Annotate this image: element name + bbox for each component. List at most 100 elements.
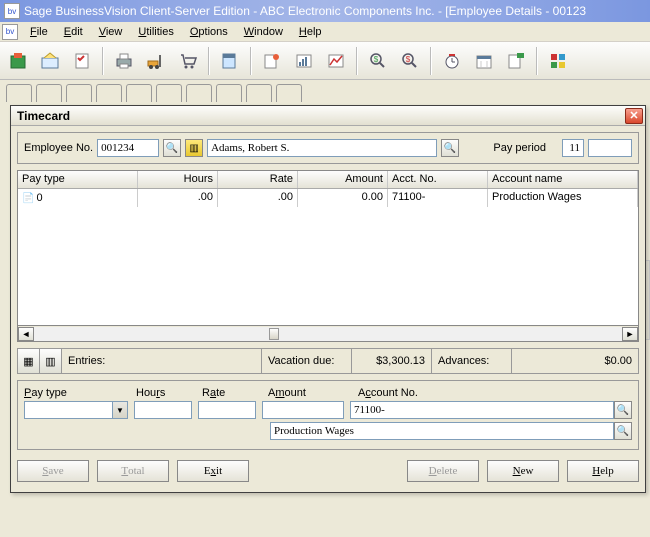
help-button[interactable]: Help — [567, 460, 639, 482]
menu-options[interactable]: Options — [182, 24, 236, 40]
toolbar-btn-15[interactable] — [502, 47, 530, 75]
toolbar-btn-1[interactable] — [4, 47, 32, 75]
toolbar-cart-icon[interactable] — [174, 47, 202, 75]
toolbar-btn-8[interactable] — [258, 47, 286, 75]
amount-input[interactable] — [262, 401, 344, 419]
grid-header: Pay type Hours Rate Amount Acct. No. Acc… — [18, 171, 638, 189]
expand-icon[interactable]: ▥ — [40, 349, 62, 373]
col-hours[interactable]: Hours — [138, 171, 218, 188]
scroll-track[interactable] — [34, 327, 622, 341]
bg-tab[interactable] — [246, 84, 272, 102]
cell-acct: 71100- — [388, 189, 488, 207]
toolbar-btn-2[interactable] — [36, 47, 64, 75]
acctname-input[interactable] — [270, 422, 614, 440]
acctno-input[interactable] — [350, 401, 614, 419]
toolbar-money-search-icon[interactable]: $ — [364, 47, 392, 75]
app-icon: bv — [4, 3, 20, 19]
toolbar-btn-7[interactable] — [216, 47, 244, 75]
toolbar-btn-9[interactable] — [290, 47, 318, 75]
pay-period-extra-input[interactable] — [588, 139, 632, 157]
menu-utilities[interactable]: Utilities — [130, 24, 181, 40]
search-icon[interactable]: 🔍 — [614, 401, 632, 419]
menu-file[interactable]: File — [22, 24, 56, 40]
button-row: Save Total Exit Delete New Help — [17, 456, 639, 486]
rate-input[interactable] — [198, 401, 256, 419]
table-row[interactable]: 📄 0 .00 .00 0.00 71100- Production Wages — [18, 189, 638, 207]
toolbar-clock-icon[interactable] — [438, 47, 466, 75]
bg-tab[interactable] — [96, 84, 122, 102]
summary-panel: ▦ ▥ Entries: Vacation due: $3,300.13 Adv… — [17, 348, 639, 374]
bg-tab[interactable] — [276, 84, 302, 102]
new-button[interactable]: New — [487, 460, 559, 482]
scroll-right-icon[interactable]: ► — [622, 327, 638, 341]
chevron-down-icon[interactable]: ▼ — [112, 401, 128, 419]
menu-bar: bv File Edit View Utilities Options Wind… — [0, 22, 650, 42]
menu-view[interactable]: View — [91, 24, 131, 40]
parent-tab-strip — [0, 80, 650, 102]
pay-period-input[interactable] — [562, 139, 584, 157]
pay-period-label: Pay period — [493, 142, 546, 154]
entry-head-acctno: Account No. — [358, 387, 418, 399]
toolbar-btn-3[interactable] — [68, 47, 96, 75]
cell-rate: .00 — [218, 189, 298, 207]
advances-value: $0.00 — [512, 349, 638, 373]
col-acctname[interactable]: Account name — [488, 171, 638, 188]
col-rate[interactable]: Rate — [218, 171, 298, 188]
entry-head-rate: Rate — [202, 387, 225, 399]
bg-tab[interactable] — [126, 84, 152, 102]
toolbar-chart-icon[interactable] — [322, 47, 350, 75]
bg-tab[interactable] — [66, 84, 92, 102]
paytype-input[interactable] — [24, 401, 112, 419]
search-icon[interactable]: 🔍 — [163, 139, 181, 157]
delete-button[interactable]: Delete — [407, 460, 479, 482]
dialog-titlebar: Timecard ✕ — [11, 106, 645, 126]
svg-text:$: $ — [406, 55, 411, 64]
grid-hscroll[interactable]: ◄ ► — [17, 326, 639, 342]
browse-icon[interactable]: ▥ — [185, 139, 203, 157]
toolbar-forklift-icon[interactable] — [142, 47, 170, 75]
save-button[interactable]: Save — [17, 460, 89, 482]
entries-label: Entries: — [62, 349, 262, 373]
paytype-combo[interactable]: ▼ — [24, 401, 128, 419]
timecard-grid: Pay type Hours Rate Amount Acct. No. Acc… — [17, 170, 639, 326]
vacation-value: $3,300.13 — [352, 349, 432, 373]
title-bar: bv Sage BusinessVision Client-Server Edi… — [0, 0, 650, 22]
title-text: Sage BusinessVision Client-Server Editio… — [24, 4, 586, 18]
grid-body[interactable]: 📄 0 .00 .00 0.00 71100- Production Wages — [18, 189, 638, 325]
collapse-icon[interactable]: ▦ — [18, 349, 40, 373]
menu-window[interactable]: Window — [236, 24, 291, 40]
exit-button[interactable]: Exit — [177, 460, 249, 482]
bg-tab[interactable] — [36, 84, 62, 102]
toolbar-palette-icon[interactable] — [544, 47, 572, 75]
close-icon[interactable]: ✕ — [625, 108, 643, 124]
total-button[interactable]: Total — [97, 460, 169, 482]
entry-panel: Pay type Hours Rate Amount Account No. ▼ — [17, 380, 639, 450]
advances-label: Advances: — [432, 349, 512, 373]
col-paytype[interactable]: Pay type — [18, 171, 138, 188]
col-amount[interactable]: Amount — [298, 171, 388, 188]
bg-tab[interactable] — [216, 84, 242, 102]
row-icon: 📄 — [22, 193, 34, 204]
timecard-dialog: Timecard ✕ Employee No. 🔍 ▥ 🔍 Pay period — [10, 105, 646, 493]
scroll-left-icon[interactable]: ◄ — [18, 327, 34, 341]
menu-help[interactable]: Help — [291, 24, 330, 40]
menu-edit[interactable]: Edit — [56, 24, 91, 40]
control-icon[interactable]: bv — [2, 24, 18, 40]
toolbar-money-search-icon-2[interactable]: $ — [396, 47, 424, 75]
bg-tab[interactable] — [156, 84, 182, 102]
col-acct[interactable]: Acct. No. — [388, 171, 488, 188]
toolbar-calendar-icon[interactable] — [470, 47, 498, 75]
search-icon[interactable]: 🔍 — [614, 422, 632, 440]
employee-no-label: Employee No. — [24, 142, 93, 154]
toolbar-print-icon[interactable] — [110, 47, 138, 75]
employee-no-input[interactable] — [97, 139, 159, 157]
cell-hours: .00 — [138, 189, 218, 207]
scroll-thumb[interactable] — [269, 328, 279, 340]
bg-tab[interactable] — [186, 84, 212, 102]
employee-name-input[interactable] — [207, 139, 437, 157]
hours-input[interactable] — [134, 401, 192, 419]
search-icon[interactable]: 🔍 — [441, 139, 459, 157]
bg-tab[interactable] — [6, 84, 32, 102]
dialog-title: Timecard — [17, 109, 70, 123]
main-toolbar: $ $ — [0, 42, 650, 80]
